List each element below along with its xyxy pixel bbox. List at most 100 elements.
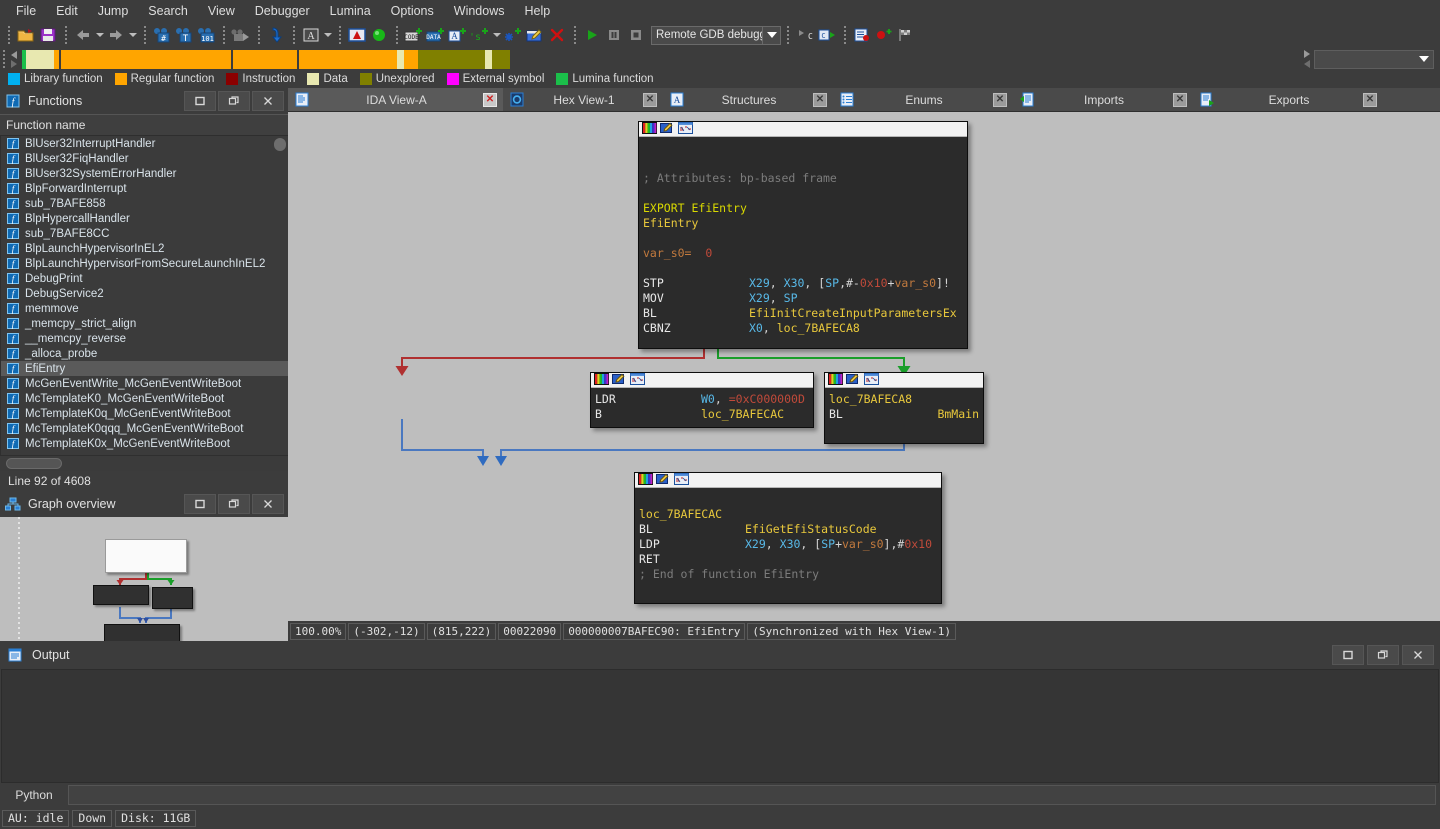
breakpoint-list-button[interactable]	[346, 24, 368, 46]
functions-list[interactable]: f BlUser32InterruptHandler f BlUser32FiqHan…	[0, 136, 288, 455]
make-string-button[interactable]: 's	[469, 24, 491, 46]
overview-float-button[interactable]	[218, 494, 250, 514]
terminate-process-button[interactable]	[625, 24, 647, 46]
node-layout-icon[interactable]	[630, 372, 645, 388]
functions-float-button[interactable]	[218, 91, 250, 111]
ascii-string-button[interactable]: A	[300, 24, 322, 46]
output-maximize-button[interactable]	[1332, 645, 1364, 665]
node-title-bar[interactable]	[635, 472, 941, 488]
node-entry[interactable]: ; Attributes: bp-based frame EXPORT EfiE…	[638, 121, 968, 349]
navband-segment[interactable]	[233, 49, 297, 69]
make-data-button[interactable]: DATA	[425, 24, 447, 46]
function-list-item[interactable]: f memmove	[1, 301, 288, 316]
jump-to-text-button[interactable]: T	[173, 24, 195, 46]
start-process-button[interactable]	[581, 24, 603, 46]
graph-overview-canvas[interactable]	[0, 517, 288, 641]
navband-segment[interactable]	[61, 49, 231, 69]
navband-segment[interactable]	[510, 49, 970, 69]
function-list-item[interactable]: f McTemplateK0qqq_McGenEventWriteBoot	[1, 421, 288, 436]
navband-scroll-right[interactable]	[1300, 49, 1314, 69]
tab-ida-view-a[interactable]: IDA View-A ✕	[288, 88, 503, 111]
menu-edit[interactable]: Edit	[46, 1, 88, 21]
function-list-item[interactable]: f __memcpy_reverse	[1, 331, 288, 346]
node-color-icon[interactable]	[594, 372, 609, 388]
node-title-bar[interactable]	[591, 372, 813, 388]
navigate-forward-dropdown[interactable]	[127, 24, 138, 46]
function-list-item[interactable]: f BlUser32SystemErrorHandler	[1, 166, 288, 181]
navband-segment[interactable]	[26, 49, 54, 69]
overview-node-true[interactable]	[152, 587, 193, 609]
function-list-item[interactable]: f BlpLaunchHypervisorInEL2	[1, 241, 288, 256]
tab-enums[interactable]: Enums ✕	[833, 88, 1013, 111]
node-color-icon[interactable]	[828, 372, 843, 388]
tab-close-icon[interactable]: ✕	[1363, 92, 1377, 107]
functions-vertical-scrollbar[interactable]	[274, 136, 286, 455]
node-layout-icon[interactable]	[674, 472, 689, 488]
menu-lumina[interactable]: Lumina	[320, 1, 381, 21]
save-file-button[interactable]	[37, 24, 59, 46]
step-over-button[interactable]: C	[816, 24, 838, 46]
make-string-dropdown[interactable]	[491, 24, 502, 46]
menu-file[interactable]: File	[6, 1, 46, 21]
node-false[interactable]: LDR W0, =0xC000000D Bloc_7BAFECAC	[590, 372, 814, 428]
navigate-back-dropdown[interactable]	[94, 24, 105, 46]
python-tab[interactable]: Python	[0, 783, 68, 807]
overview-node-exit[interactable]	[104, 624, 180, 641]
node-edit-icon[interactable]	[846, 373, 861, 388]
open-file-button[interactable]	[15, 24, 37, 46]
add-breakpoint-button[interactable]	[873, 24, 895, 46]
menu-options[interactable]: Options	[381, 1, 444, 21]
node-true[interactable]: loc_7BAFECA8 BL BmMain	[824, 372, 984, 444]
jump-to-address-button[interactable]: #	[151, 24, 173, 46]
navband-segment[interactable]	[418, 49, 485, 69]
tab-imports[interactable]: Imports ✕	[1013, 88, 1193, 111]
tracing-button[interactable]	[895, 24, 917, 46]
make-struct-button[interactable]	[502, 24, 524, 46]
navband-zoom-combo[interactable]	[1314, 49, 1434, 69]
jump-to-xref-button[interactable]	[265, 24, 287, 46]
functions-maximize-button[interactable]	[184, 91, 216, 111]
output-close-button[interactable]	[1402, 645, 1434, 665]
output-text-area[interactable]	[1, 669, 1439, 783]
function-list-item[interactable]: f _memcpy_strict_align	[1, 316, 288, 331]
navband-segment[interactable]	[404, 49, 418, 69]
run-to-cursor-button[interactable]	[368, 24, 390, 46]
function-list-item[interactable]: f BlUser32FiqHandler	[1, 151, 288, 166]
output-float-button[interactable]	[1367, 645, 1399, 665]
edit-function-button[interactable]	[524, 24, 546, 46]
function-list-item[interactable]: f BlpLaunchHypervisorFromSecureLaunchInEL…	[1, 256, 288, 271]
step-into-button[interactable]: C	[794, 24, 816, 46]
function-list-item[interactable]: f BlpHypercallHandler	[1, 211, 288, 226]
navband-segment[interactable]	[485, 49, 492, 69]
tab-close-icon[interactable]: ✕	[483, 92, 497, 107]
debugger-selector[interactable]: Remote GDB debugger	[651, 25, 781, 45]
menu-debugger[interactable]: Debugger	[245, 1, 320, 21]
menu-view[interactable]: View	[198, 1, 245, 21]
make-ascii-button[interactable]: A	[447, 24, 469, 46]
function-list-item[interactable]: f DebugService2	[1, 286, 288, 301]
tab-close-icon[interactable]: ✕	[1173, 92, 1187, 107]
menu-search[interactable]: Search	[138, 1, 198, 21]
chevron-down-icon[interactable]	[762, 26, 780, 44]
ida-graph-view[interactable]: ; Attributes: bp-based frame EXPORT EfiE…	[288, 112, 1440, 621]
menu-jump[interactable]: Jump	[88, 1, 139, 21]
function-list-item[interactable]: f DebugPrint	[1, 271, 288, 286]
navigate-back-button[interactable]	[72, 24, 94, 46]
navband-scroll-left[interactable]	[8, 48, 20, 70]
node-layout-icon[interactable]	[678, 121, 693, 137]
breakpoints-window-button[interactable]	[851, 24, 873, 46]
node-title-bar[interactable]	[825, 372, 983, 388]
make-code-button[interactable]: CODE	[403, 24, 425, 46]
function-list-item[interactable]: f McGenEventWrite_McGenEventWriteBoot	[1, 376, 288, 391]
function-list-item[interactable]: f _alloca_probe	[1, 346, 288, 361]
menu-help[interactable]: Help	[514, 1, 560, 21]
tab-close-icon[interactable]: ✕	[643, 92, 657, 107]
navband-segment[interactable]	[299, 49, 397, 69]
navband-segment[interactable]	[492, 49, 510, 69]
undefine-button[interactable]	[546, 24, 568, 46]
node-color-icon[interactable]	[638, 472, 653, 488]
overview-close-button[interactable]	[252, 494, 284, 514]
overview-node-false[interactable]	[93, 585, 149, 605]
node-color-icon[interactable]	[642, 121, 657, 137]
menu-windows[interactable]: Windows	[444, 1, 515, 21]
